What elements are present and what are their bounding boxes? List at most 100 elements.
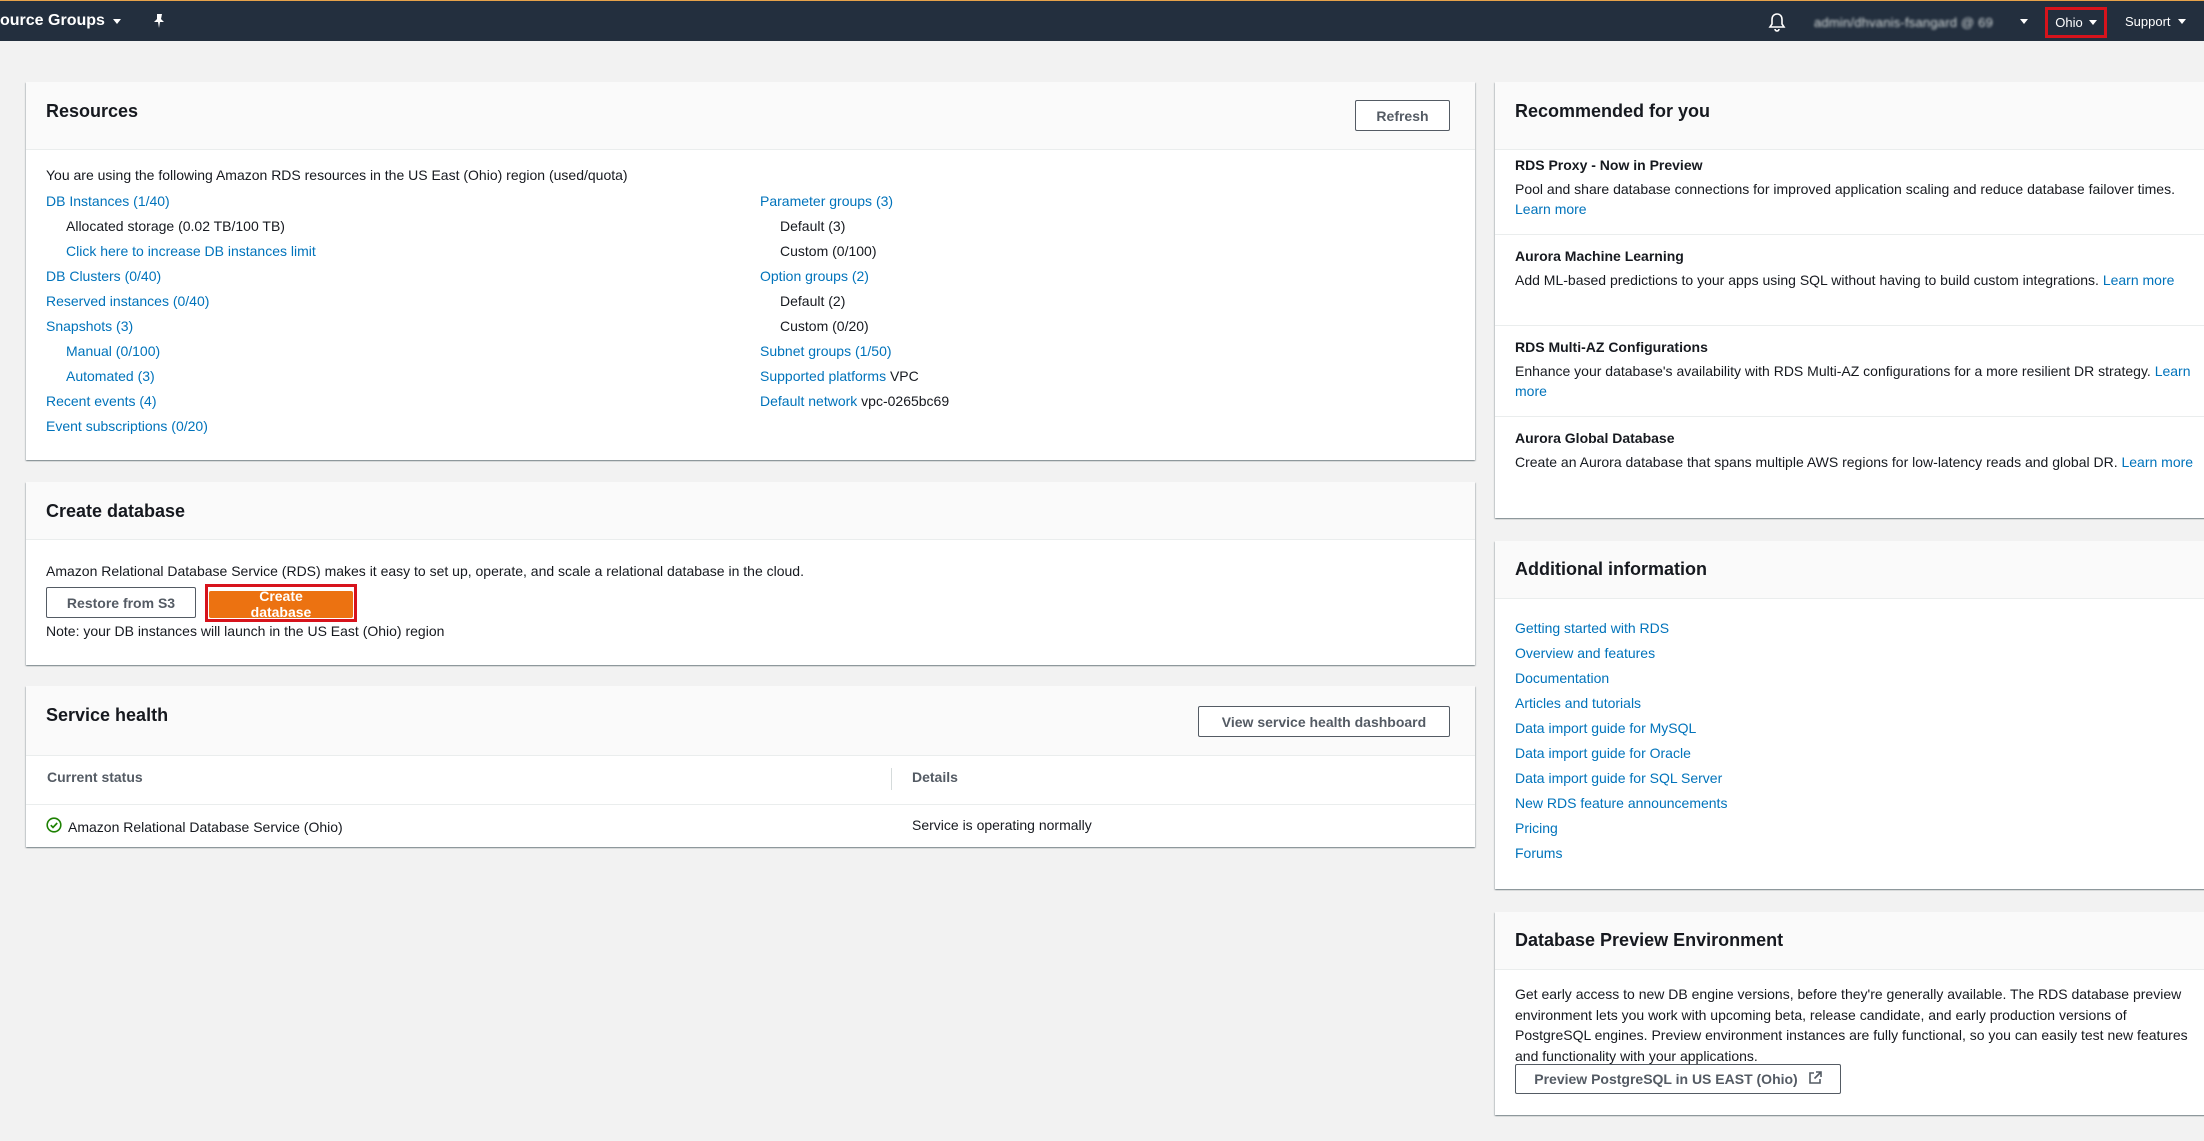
resources-intro: You are using the following Amazon RDS r… — [46, 167, 628, 183]
table-row: Amazon Relational Database Service (Ohio… — [46, 817, 343, 836]
documentation-link[interactable]: Documentation — [1515, 670, 1609, 686]
external-link-icon — [1808, 1070, 1822, 1088]
column-divider — [891, 768, 892, 790]
recommended-title: Recommended for you — [1515, 101, 1711, 121]
default-network-value: vpc-0265bc69 — [861, 393, 950, 409]
additional-links-list: Getting started with RDS Overview and fe… — [1515, 619, 1727, 869]
divider — [1495, 416, 2204, 417]
manual-snapshots-link[interactable]: Manual (0/100) — [66, 343, 160, 359]
restore-from-s3-button[interactable]: Restore from S3 — [46, 587, 196, 619]
recommended-header: Recommended for you — [1495, 82, 2204, 150]
resource-groups-menu[interactable]: ource Groups — [0, 12, 121, 30]
support-label: Support — [2125, 14, 2171, 29]
feature-announcements-link[interactable]: New RDS feature announcements — [1515, 795, 1727, 811]
recommendation-title: RDS Multi-AZ Configurations — [1515, 339, 1708, 355]
chevron-down-icon — [2088, 20, 2097, 25]
column-header-details: Details — [912, 769, 958, 785]
supported-platforms-value: VPC — [889, 368, 919, 384]
reserved-instances-link[interactable]: Reserved instances (0/40) — [46, 293, 209, 309]
account-menu[interactable]: admin/dhvanis-fsangard @ 69 — [1814, 15, 1993, 30]
snapshots-link[interactable]: Snapshots (3) — [46, 318, 133, 334]
learn-more-link[interactable]: Learn more — [2121, 454, 2193, 470]
chevron-down-icon[interactable] — [2020, 19, 2028, 24]
service-health-header: Service health View service health dashb… — [26, 686, 1475, 756]
divider — [1495, 325, 2204, 326]
option-groups-link[interactable]: Option groups (2) — [760, 268, 869, 284]
service-health-panel: Service health View service health dashb… — [26, 686, 1475, 847]
articles-tutorials-link[interactable]: Articles and tutorials — [1515, 695, 1641, 711]
pricing-link[interactable]: Pricing — [1515, 820, 1558, 836]
create-database-title: Create database — [46, 501, 186, 521]
supported-platforms-link[interactable]: Supported platforms — [760, 368, 886, 384]
service-health-title: Service health — [46, 705, 169, 725]
preview-environment-panel: Database Preview Environment Get early a… — [1495, 912, 2204, 1115]
chevron-down-icon — [112, 18, 121, 24]
parameter-groups-link[interactable]: Parameter groups (3) — [760, 193, 893, 209]
create-database-note: Note: your DB instances will launch in t… — [46, 623, 445, 639]
create-database-header: Create database — [26, 482, 1475, 540]
learn-more-link[interactable]: Learn more — [2103, 272, 2175, 288]
learn-more-link[interactable]: Learn more — [1515, 201, 1587, 217]
subnet-groups-link[interactable]: Subnet groups (1/50) — [760, 343, 892, 359]
event-subscriptions-link[interactable]: Event subscriptions (0/20) — [46, 418, 208, 434]
pin-icon[interactable] — [151, 13, 167, 29]
column-header-current-status: Current status — [47, 769, 143, 785]
forums-link[interactable]: Forums — [1515, 845, 1562, 861]
table-divider — [26, 804, 1475, 805]
option-groups-custom: Custom (0/20) — [780, 318, 869, 334]
resources-right-column: Parameter groups (3) Default (3) Custom … — [760, 192, 949, 417]
view-health-dashboard-button[interactable]: View service health dashboard — [1198, 706, 1450, 737]
import-oracle-link[interactable]: Data import guide for Oracle — [1515, 745, 1691, 761]
parameter-groups-default: Default (3) — [780, 218, 846, 234]
recommendation-title: Aurora Machine Learning — [1515, 248, 1684, 264]
parameter-groups-custom: Custom (0/100) — [780, 243, 877, 259]
recommended-panel: Recommended for you RDS Proxy - Now in P… — [1495, 82, 2204, 518]
create-database-highlight: Create database — [205, 584, 357, 622]
recommendation-item: RDS Multi-AZ Configurations Enhance your… — [1515, 339, 2195, 401]
preview-environment-text: Get early access to new DB engine versio… — [1515, 986, 2188, 1064]
overview-features-link[interactable]: Overview and features — [1515, 645, 1655, 661]
region-label: Ohio — [2055, 15, 2083, 30]
resource-groups-label: ource Groups — [0, 12, 105, 29]
create-database-panel: Create database Amazon Relational Databa… — [26, 482, 1475, 665]
additional-information-panel: Additional information Getting started w… — [1495, 541, 2204, 889]
recommendation-item: RDS Proxy - Now in Preview Pool and shar… — [1515, 157, 2195, 219]
default-network-link[interactable]: Default network — [760, 393, 857, 409]
support-menu[interactable]: Support — [2125, 14, 2186, 29]
db-clusters-link[interactable]: DB Clusters (0/40) — [46, 268, 161, 284]
divider — [1495, 234, 2204, 235]
db-instances-link[interactable]: DB Instances (1/40) — [46, 193, 170, 209]
preview-environment-title: Database Preview Environment — [1515, 930, 1784, 950]
import-mysql-link[interactable]: Data import guide for MySQL — [1515, 720, 1696, 736]
additional-information-header: Additional information — [1495, 541, 2204, 599]
chevron-down-icon — [2177, 19, 2186, 24]
recommendation-title: RDS Proxy - Now in Preview — [1515, 157, 1703, 173]
allocated-storage: Allocated storage (0.02 TB/100 TB) — [66, 218, 285, 234]
automated-snapshots-link[interactable]: Automated (3) — [66, 368, 155, 384]
refresh-button[interactable]: Refresh — [1355, 100, 1450, 131]
preview-postgresql-label: Preview PostgreSQL in US EAST (Ohio) — [1534, 1071, 1798, 1087]
resources-left-column: DB Instances (1/40) Allocated storage (0… — [46, 192, 316, 442]
create-database-button[interactable]: Create database — [209, 588, 353, 620]
option-groups-default: Default (2) — [780, 293, 846, 309]
import-sqlserver-link[interactable]: Data import guide for SQL Server — [1515, 770, 1722, 786]
region-selector[interactable]: Ohio — [2045, 7, 2107, 38]
status-ok-icon — [46, 817, 62, 836]
recommendation-text: Pool and share database connections for … — [1515, 181, 2175, 197]
preview-environment-header: Database Preview Environment — [1495, 912, 2204, 970]
bell-icon[interactable] — [1768, 12, 1786, 32]
preview-postgresql-button[interactable]: Preview PostgreSQL in US EAST (Ohio) — [1515, 1064, 1841, 1094]
recommendation-text: Enhance your database's availability wit… — [1515, 363, 2151, 379]
getting-started-link[interactable]: Getting started with RDS — [1515, 620, 1669, 636]
recommendation-text: Add ML-based predictions to your apps us… — [1515, 272, 2099, 288]
service-details: Service is operating normally — [912, 817, 1092, 833]
recommendation-text: Create an Aurora database that spans mul… — [1515, 454, 2118, 470]
recent-events-link[interactable]: Recent events (4) — [46, 393, 157, 409]
increase-limit-link[interactable]: Click here to increase DB instances limi… — [66, 243, 316, 259]
resources-header: Resources Refresh — [26, 82, 1475, 150]
recommendation-title: Aurora Global Database — [1515, 430, 1675, 446]
resources-panel: Resources Refresh You are using the foll… — [26, 82, 1475, 460]
recommendation-item: Aurora Global Database Create an Aurora … — [1515, 430, 2195, 472]
additional-information-title: Additional information — [1515, 559, 1707, 579]
recommendation-item: Aurora Machine Learning Add ML-based pre… — [1515, 248, 2195, 290]
